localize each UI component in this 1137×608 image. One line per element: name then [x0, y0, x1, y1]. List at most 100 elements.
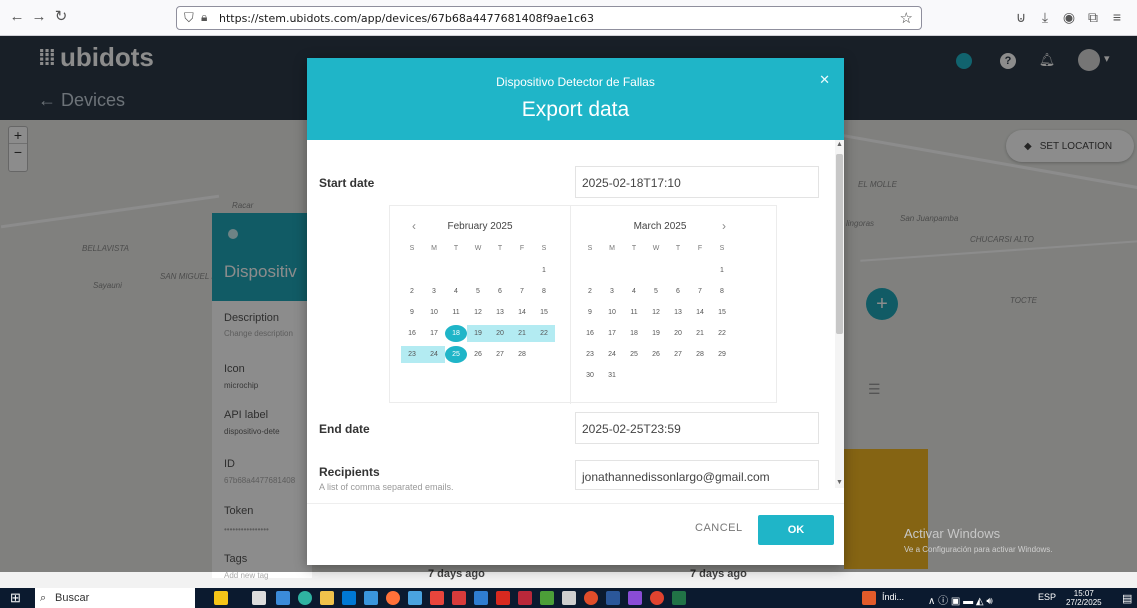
march-day[interactable]: 30: [579, 367, 601, 384]
march-day[interactable]: 18: [623, 325, 645, 342]
taskbar-app-icon[interactable]: [452, 591, 466, 605]
downloads-icon[interactable]: ⤓: [1036, 8, 1054, 26]
tags-input[interactable]: Add new tag: [224, 571, 268, 580]
notifications-icon[interactable]: ▤: [1122, 592, 1132, 605]
march-day[interactable]: 11: [623, 304, 645, 321]
february-day[interactable]: 12: [467, 304, 489, 321]
active-app-label[interactable]: Índi...: [882, 592, 904, 602]
february-day[interactable]: 17: [423, 325, 445, 342]
march-day[interactable]: 13: [667, 304, 689, 321]
back-arrow-icon[interactable]: ←: [8, 8, 26, 26]
march-day[interactable]: 19: [645, 325, 667, 342]
taskbar-search[interactable]: ⌕ Buscar: [35, 588, 195, 608]
february-day[interactable]: 7: [511, 283, 533, 300]
february-day[interactable]: 14: [511, 304, 533, 321]
firefox-icon[interactable]: [386, 591, 400, 605]
file-explorer-icon[interactable]: [320, 591, 334, 605]
march-day[interactable]: 20: [667, 325, 689, 342]
store-icon[interactable]: [342, 591, 356, 605]
reload-icon[interactable]: ↻: [52, 8, 70, 26]
taskbar-app-icon[interactable]: [430, 591, 444, 605]
february-day[interactable]: 18: [445, 325, 467, 342]
windows-start-icon[interactable]: ⊞: [10, 590, 21, 606]
march-day[interactable]: 3: [601, 283, 623, 300]
next-month-icon[interactable]: ›: [722, 219, 726, 233]
recipients-input[interactable]: jonathannedissonlargo@gmail.com: [575, 460, 819, 490]
march-day[interactable]: 28: [689, 346, 711, 363]
march-day[interactable]: 12: [645, 304, 667, 321]
forward-arrow-icon[interactable]: →: [30, 8, 48, 26]
march-day[interactable]: 15: [711, 304, 733, 321]
pocket-icon[interactable]: ⊍: [1012, 8, 1030, 26]
march-day[interactable]: 29: [711, 346, 733, 363]
february-day[interactable]: 24: [423, 346, 445, 363]
february-day[interactable]: 25: [445, 346, 467, 363]
march-day[interactable]: 27: [667, 346, 689, 363]
ok-button[interactable]: OK: [758, 515, 834, 545]
march-day[interactable]: 21: [689, 325, 711, 342]
february-day[interactable]: 8: [533, 283, 555, 300]
address-bar[interactable]: ⛉ 🔒︎ https://stem.ubidots.com/app/device…: [176, 6, 922, 30]
march-day[interactable]: 7: [689, 283, 711, 300]
march-day[interactable]: 31: [601, 367, 623, 384]
march-day[interactable]: 17: [601, 325, 623, 342]
february-day[interactable]: 22: [533, 325, 555, 342]
language-indicator[interactable]: ESP: [1038, 592, 1056, 602]
february-day[interactable]: 4: [445, 283, 467, 300]
edge-icon[interactable]: [298, 591, 312, 605]
taskbar-app-icon[interactable]: [474, 591, 488, 605]
february-day[interactable]: 23: [401, 346, 423, 363]
march-day[interactable]: 8: [711, 283, 733, 300]
settings-icon[interactable]: [562, 591, 576, 605]
tray-icons[interactable]: ∧ ⓘ ▣ ▬ ◭ 🔊︎: [928, 592, 993, 607]
march-day[interactable]: 22: [711, 325, 733, 342]
account-icon[interactable]: ◉: [1060, 8, 1078, 26]
february-day[interactable]: 3: [423, 283, 445, 300]
start-date-input[interactable]: 2025-02-18T17:10: [575, 166, 819, 198]
clock[interactable]: 15:07 27/2/2025: [1066, 589, 1102, 607]
excel-icon[interactable]: [672, 591, 686, 605]
close-icon[interactable]: ✕: [819, 72, 830, 88]
cancel-button[interactable]: CANCEL: [695, 522, 743, 534]
february-day[interactable]: 19: [467, 325, 489, 342]
pdf-icon[interactable]: [496, 591, 510, 605]
february-day[interactable]: 27: [489, 346, 511, 363]
march-day[interactable]: 23: [579, 346, 601, 363]
march-day[interactable]: 26: [645, 346, 667, 363]
february-day[interactable]: 15: [533, 304, 555, 321]
february-day[interactable]: 9: [401, 304, 423, 321]
march-day[interactable]: 9: [579, 304, 601, 321]
march-day[interactable]: 2: [579, 283, 601, 300]
march-day[interactable]: 5: [645, 283, 667, 300]
taskbar-app-icon[interactable]: [584, 591, 598, 605]
february-day[interactable]: 11: [445, 304, 467, 321]
february-day[interactable]: 5: [467, 283, 489, 300]
weather-widget-icon[interactable]: [214, 591, 228, 605]
extensions-icon[interactable]: ⧉: [1084, 8, 1102, 26]
february-day[interactable]: 1: [533, 262, 555, 279]
february-day[interactable]: 16: [401, 325, 423, 342]
february-day[interactable]: 21: [511, 325, 533, 342]
scrollbar-thumb[interactable]: [836, 154, 843, 334]
chrome-icon[interactable]: [650, 591, 664, 605]
taskbar-app-icon[interactable]: [364, 591, 378, 605]
february-day[interactable]: 10: [423, 304, 445, 321]
february-day[interactable]: 28: [511, 346, 533, 363]
february-day[interactable]: 6: [489, 283, 511, 300]
february-day[interactable]: 26: [467, 346, 489, 363]
menu-icon[interactable]: ≡: [1108, 8, 1126, 26]
taskbar-app-icon[interactable]: [540, 591, 554, 605]
scroll-down-icon[interactable]: ▼: [835, 478, 844, 487]
modal-scrollbar[interactable]: ▲ ▼: [835, 140, 844, 488]
march-day[interactable]: 16: [579, 325, 601, 342]
february-day[interactable]: 2: [401, 283, 423, 300]
taskbar-app-icon[interactable]: [628, 591, 642, 605]
february-day[interactable]: 20: [489, 325, 511, 342]
taskbar-app-icon[interactable]: [408, 591, 422, 605]
february-day[interactable]: 13: [489, 304, 511, 321]
bookmark-star-icon[interactable]: ☆: [900, 9, 913, 27]
scroll-up-icon[interactable]: ▲: [835, 140, 844, 149]
end-date-input[interactable]: 2025-02-25T23:59: [575, 412, 819, 444]
march-day[interactable]: 4: [623, 283, 645, 300]
taskbar-app-icon[interactable]: [276, 591, 290, 605]
